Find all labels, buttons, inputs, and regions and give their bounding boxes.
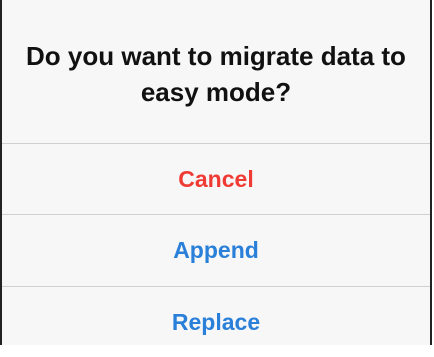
append-button[interactable]: Append: [2, 215, 430, 285]
dialog-title: Do you want to migrate data to easy mode…: [26, 41, 406, 107]
cancel-button[interactable]: Cancel: [2, 144, 430, 214]
migration-dialog: Do you want to migrate data to easy mode…: [0, 0, 432, 345]
replace-button[interactable]: Replace: [2, 287, 430, 357]
